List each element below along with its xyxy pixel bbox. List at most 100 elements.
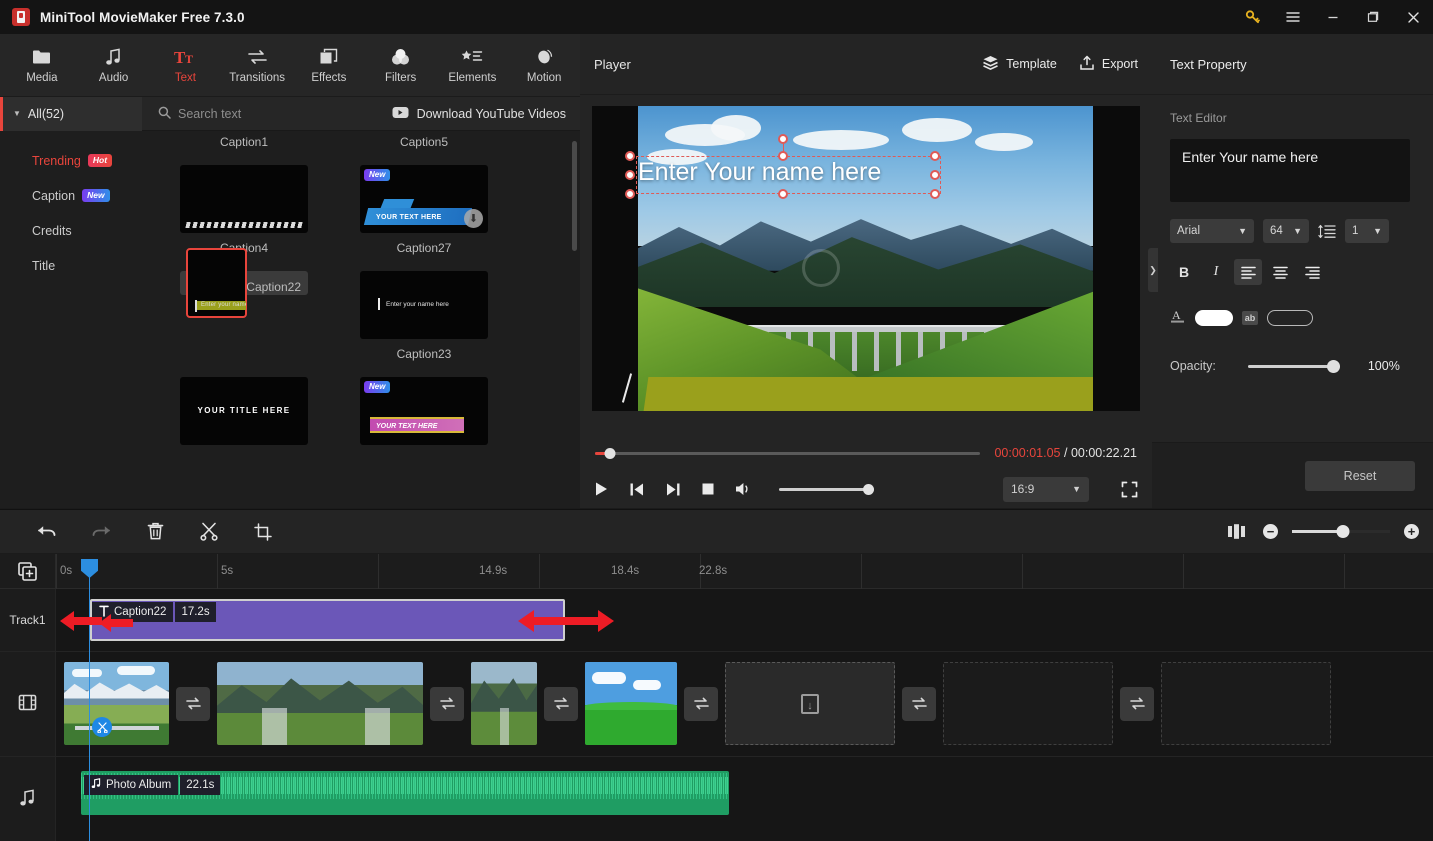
empty-media-slot[interactable] [943, 662, 1113, 745]
empty-media-slot[interactable]: ↓ [725, 662, 895, 745]
track-audio[interactable]: Photo Album 22.1s [0, 757, 1433, 841]
handle-middle-right[interactable] [930, 170, 940, 180]
transition-button[interactable] [176, 686, 210, 721]
text-clip[interactable]: Caption22 17.2s [90, 599, 565, 641]
rotate-handle[interactable] [778, 134, 788, 144]
aspect-ratio-select[interactable]: 16:9 ▼ [1003, 476, 1089, 502]
fullscreen-button[interactable] [1121, 481, 1138, 498]
align-right-button[interactable] [1298, 259, 1326, 285]
font-size-select[interactable]: 64 ▼ [1263, 219, 1309, 243]
line-height-select[interactable]: 1 ▼ [1345, 219, 1389, 243]
handle-top-left[interactable] [625, 151, 635, 161]
category-credits[interactable]: Credits [0, 213, 142, 248]
export-button[interactable]: Export [1079, 55, 1138, 74]
split-view-icon[interactable] [1223, 509, 1249, 554]
transition-button[interactable] [544, 686, 578, 721]
video-track-body[interactable]: ↓ [56, 652, 1433, 756]
zoom-out-button[interactable]: − [1263, 524, 1278, 539]
minimize-icon[interactable] [1313, 0, 1353, 34]
next-frame-button[interactable] [665, 482, 681, 497]
template-item[interactable]: YOUR TITLE HERE [180, 377, 308, 445]
crop-button[interactable] [236, 509, 290, 554]
template-item[interactable]: Caption4 [180, 165, 308, 255]
transition-button[interactable] [684, 686, 718, 721]
audio-track-body[interactable]: Photo Album 22.1s [56, 757, 1433, 841]
opacity-slider[interactable] [1247, 359, 1340, 373]
volume-slider[interactable] [779, 483, 874, 495]
tab-audio[interactable]: Audio [78, 36, 150, 94]
library-scrollbar[interactable] [572, 141, 577, 251]
template-thumbnail[interactable]: New YOUR TEXT HERE ⬇ [360, 165, 488, 233]
timeline-ruler[interactable]: 0s 5s 14.9s 18.4s 22.8s [0, 554, 1433, 589]
reset-button[interactable]: Reset [1305, 460, 1415, 491]
video-clip[interactable] [64, 662, 169, 745]
transition-button[interactable] [1120, 686, 1154, 721]
template-grid-container[interactable]: Caption1 Caption5 Caption4 New YOUR TEXT… [142, 131, 580, 508]
handle-top-right[interactable] [930, 151, 940, 161]
volume-knob[interactable] [863, 483, 874, 495]
all-filter-tab[interactable]: ▼ All(52) [0, 96, 142, 131]
overlay-text[interactable]: Enter Your name here [638, 158, 958, 187]
handle-top-center[interactable] [778, 151, 788, 161]
tab-text[interactable]: TT Text [150, 36, 222, 94]
category-caption[interactable]: Caption New [0, 178, 142, 213]
handle-bottom-right[interactable] [930, 189, 940, 199]
tab-motion[interactable]: Motion [508, 36, 580, 94]
handle-middle-left[interactable] [625, 170, 635, 180]
template-item-selected[interactable]: Enter your name here Caption22 [180, 248, 308, 318]
template-item[interactable]: New YOUR TEXT HERE ⬇ Caption27 [360, 165, 488, 255]
template-thumbnail[interactable] [180, 165, 308, 233]
template-item[interactable]: Caption1 [180, 131, 308, 149]
zoom-in-button[interactable]: + [1404, 524, 1419, 539]
stop-button[interactable] [701, 482, 715, 496]
key-icon[interactable] [1233, 0, 1273, 34]
progress-knob[interactable] [604, 447, 616, 459]
outline-color-swatch[interactable] [1267, 310, 1313, 326]
download-youtube-button[interactable]: Download YouTube Videos [392, 106, 566, 122]
volume-button[interactable] [735, 481, 753, 497]
play-button[interactable] [594, 481, 609, 497]
zoom-slider[interactable] [1292, 525, 1390, 538]
playback-progress[interactable]: 00:00:01.05 / 00:00:22.21 [580, 438, 1152, 468]
text-color-swatch[interactable] [1195, 310, 1233, 326]
video-clip[interactable] [471, 662, 537, 745]
video-clip[interactable] [217, 662, 423, 745]
close-icon[interactable] [1393, 0, 1433, 34]
track-text-body[interactable]: Caption22 17.2s [56, 589, 1433, 651]
redo-button[interactable] [74, 509, 128, 554]
template-item[interactable]: Enter your name here Caption23 [360, 271, 488, 361]
bold-button[interactable]: B [1170, 259, 1198, 285]
video-stage[interactable]: Enter Your name here [592, 106, 1140, 411]
handle-bottom-left[interactable] [625, 189, 635, 199]
tab-filters[interactable]: Filters [365, 36, 437, 94]
transition-button[interactable] [430, 686, 464, 721]
align-center-button[interactable] [1266, 259, 1294, 285]
zoom-slider-knob[interactable] [1336, 525, 1350, 538]
split-button[interactable] [182, 509, 236, 554]
font-family-select[interactable]: Arial ▼ [1170, 219, 1254, 243]
category-title[interactable]: Title [0, 248, 142, 283]
scissors-icon[interactable] [92, 717, 112, 737]
previous-frame-button[interactable] [629, 482, 645, 497]
opacity-knob[interactable] [1326, 359, 1340, 373]
tab-elements[interactable]: Elements [437, 36, 509, 94]
template-item[interactable]: Caption5 [360, 131, 488, 149]
add-track-button[interactable] [0, 554, 56, 589]
download-icon[interactable]: ⬇ [464, 209, 483, 228]
template-thumbnail[interactable]: New YOUR TEXT HERE [360, 377, 488, 445]
tab-effects[interactable]: Effects [293, 36, 365, 94]
empty-media-slot[interactable] [1161, 662, 1331, 745]
template-thumbnail[interactable]: YOUR TITLE HERE [180, 377, 308, 445]
tab-transitions[interactable]: Transitions [221, 36, 293, 94]
transition-button[interactable] [902, 686, 936, 721]
maximize-icon[interactable] [1353, 0, 1393, 34]
undo-button[interactable] [20, 509, 74, 554]
video-clip[interactable] [585, 662, 677, 745]
search-input[interactable]: Search text [158, 106, 241, 122]
panel-collapse-toggle[interactable]: ❯ [1148, 248, 1158, 292]
category-trending[interactable]: Trending Hot [0, 143, 142, 178]
track-text[interactable]: Track1 Caption22 17.2s [0, 589, 1433, 652]
menu-icon[interactable] [1273, 0, 1313, 34]
template-button[interactable]: Template [982, 55, 1057, 74]
track-video[interactable]: ↓ [0, 652, 1433, 757]
